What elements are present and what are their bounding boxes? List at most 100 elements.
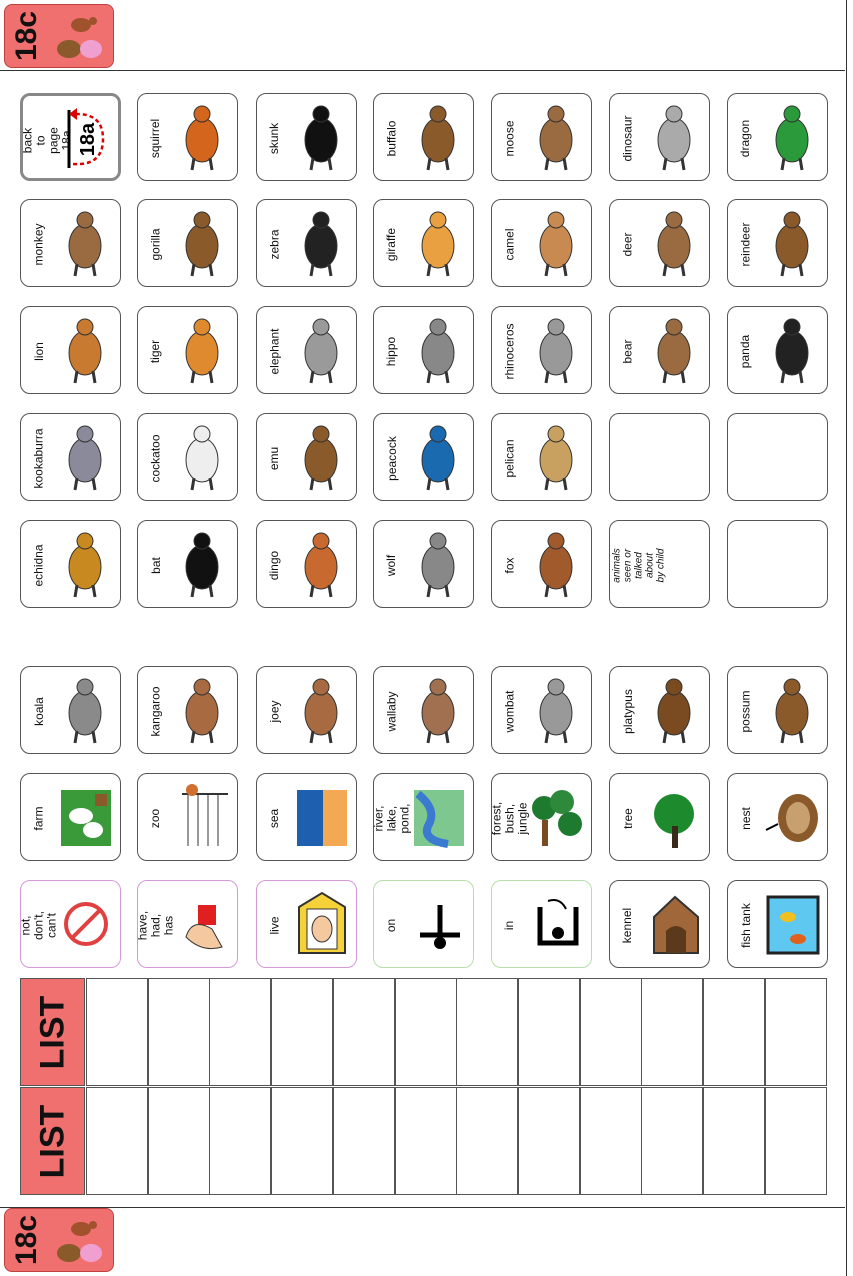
cell-label: fish tank: [738, 902, 753, 948]
symbol-cell-monkey[interactable]: monkey: [20, 199, 121, 287]
symbol-cell-platypus[interactable]: platypus: [609, 666, 710, 754]
symbol-cell-in[interactable]: in: [491, 880, 592, 968]
cell-label: emu: [267, 446, 282, 470]
list-entry-cell[interactable]: [703, 1087, 765, 1195]
page-right-edge: [846, 0, 847, 1276]
cell-label: giraffe: [384, 227, 399, 261]
symbol-cell-tree[interactable]: tree: [609, 773, 710, 861]
list-entry-cell[interactable]: [271, 978, 333, 1086]
symbol-cell-fish-tank[interactable]: fish tank: [727, 880, 828, 968]
symbol-cell-joey[interactable]: joey: [256, 666, 357, 754]
list-entry-cell[interactable]: [765, 978, 827, 1086]
moose-icon: [539, 105, 573, 171]
list-entry-cell[interactable]: [86, 978, 148, 1086]
list-entry-cell[interactable]: [518, 978, 580, 1086]
symbol-cell-buffalo[interactable]: buffalo: [373, 93, 474, 181]
symbol-cell-panda[interactable]: panda: [727, 306, 828, 394]
bat-icon: [185, 532, 219, 598]
symbol-cell-dragon[interactable]: dragon: [727, 93, 828, 181]
symbol-cell-gorilla[interactable]: gorilla: [137, 199, 238, 287]
list-entry-cell[interactable]: [395, 1087, 457, 1195]
list-entry-cell[interactable]: [641, 1087, 703, 1195]
list-entry-cell[interactable]: [148, 1087, 210, 1195]
symbol-cell-peacock[interactable]: peacock: [373, 413, 474, 501]
symbol-cell-cockatoo[interactable]: cockatoo: [137, 413, 238, 501]
symbol-cell-skunk[interactable]: skunk: [256, 93, 357, 181]
blank-cell[interactable]: [609, 413, 710, 501]
symbol-cell-add-other-animals-seen-or-talked-about-by-child[interactable]: add other animals seen or talked about b…: [609, 520, 710, 608]
squirrel-icon: [185, 105, 219, 171]
symbol-cell-live[interactable]: live: [256, 880, 357, 968]
list-entry-cell[interactable]: [456, 1087, 518, 1195]
symbol-cell-rhinoceros[interactable]: rhinoceros: [491, 306, 592, 394]
symbol-cell-dingo[interactable]: dingo: [256, 520, 357, 608]
symbol-cell-echidna[interactable]: echidna: [20, 520, 121, 608]
cell-label: in: [502, 920, 517, 930]
symbol-cell-kennel[interactable]: kennel: [609, 880, 710, 968]
cell-label: gorilla: [148, 227, 163, 261]
kookaburra-icon: [68, 425, 102, 491]
symbol-cell-wolf[interactable]: wolf: [373, 520, 474, 608]
rhinoceros-icon: [539, 318, 573, 384]
list-entry-cell[interactable]: [333, 1087, 395, 1195]
symbol-cell-reindeer[interactable]: reindeer: [727, 199, 828, 287]
symbol-cell-koala[interactable]: koala: [20, 666, 121, 754]
list-entry-cell[interactable]: [271, 1087, 333, 1195]
list-entry-cell[interactable]: [209, 1087, 271, 1195]
symbol-cell-elephant[interactable]: elephant: [256, 306, 357, 394]
cell-label: wolf: [384, 554, 399, 576]
symbol-cell-nest[interactable]: nest: [727, 773, 828, 861]
symbol-cell-zebra[interactable]: zebra: [256, 199, 357, 287]
symbol-cell-tiger[interactable]: tiger: [137, 306, 238, 394]
list-entry-cell[interactable]: [148, 978, 210, 1086]
list-entry-cell[interactable]: [580, 978, 642, 1086]
list-entry-cell[interactable]: [765, 1087, 827, 1195]
cell-label: elephant: [267, 327, 282, 375]
cell-label: reindeer: [738, 221, 753, 267]
dragon-icon: [775, 105, 809, 171]
list-entry-cell[interactable]: [703, 978, 765, 1086]
symbol-cell-giraffe[interactable]: giraffe: [373, 199, 474, 287]
symbol-cell-possum[interactable]: possum: [727, 666, 828, 754]
symbol-cell-kangaroo[interactable]: kangaroo: [137, 666, 238, 754]
symbol-cell-pelican[interactable]: pelican: [491, 413, 592, 501]
symbol-cell-deer[interactable]: deer: [609, 199, 710, 287]
tree-icon: [654, 794, 694, 848]
symbol-cell-camel[interactable]: camel: [491, 199, 592, 287]
symbol-cell-sea[interactable]: sea: [256, 773, 357, 861]
cell-label: cockatoo: [148, 433, 163, 483]
symbol-cell-have-had-has[interactable]: have, had, has: [137, 880, 238, 968]
symbol-cell-farm[interactable]: farm: [20, 773, 121, 861]
symbol-cell-moose[interactable]: moose: [491, 93, 592, 181]
symbol-cell-river-lake-pond[interactable]: river, lake, pond,: [373, 773, 474, 861]
symbol-cell-fox[interactable]: fox: [491, 520, 592, 608]
symbol-cell-forest-bush-jungle[interactable]: forest, bush, jungle: [491, 773, 592, 861]
symbol-cell-dinosaur[interactable]: dinosaur: [609, 93, 710, 181]
list-entry-cell[interactable]: [580, 1087, 642, 1195]
list-entry-cell[interactable]: [333, 978, 395, 1086]
symbol-cell-wallaby[interactable]: wallaby: [373, 666, 474, 754]
list-entry-cell[interactable]: [86, 1087, 148, 1195]
go-back-button[interactable]: go back to page 18a 18a: [20, 93, 121, 181]
symbol-cell-lion[interactable]: lion: [20, 306, 121, 394]
symbol-cell-not-don-t-can-t[interactable]: not, don't, can't: [20, 880, 121, 968]
symbol-cell-emu[interactable]: emu: [256, 413, 357, 501]
list-entry-cell[interactable]: [395, 978, 457, 1086]
symbol-cell-kookaburra[interactable]: kookaburra: [20, 413, 121, 501]
symbol-cell-zoo[interactable]: zoo: [137, 773, 238, 861]
symbol-cell-wombat[interactable]: wombat: [491, 666, 592, 754]
symbol-cell-bat[interactable]: bat: [137, 520, 238, 608]
symbol-cell-hippo[interactable]: hippo: [373, 306, 474, 394]
symbol-cell-bear[interactable]: bear: [609, 306, 710, 394]
page-tab-bottom: 18c: [4, 1208, 114, 1272]
list-entry-cell[interactable]: [456, 978, 518, 1086]
cell-label: moose: [502, 119, 517, 157]
list-entry-cell[interactable]: [209, 978, 271, 1086]
blank-cell[interactable]: [727, 520, 828, 608]
symbol-cell-squirrel[interactable]: squirrel: [137, 93, 238, 181]
list-entry-cell[interactable]: [641, 978, 703, 1086]
blank-cell[interactable]: [727, 413, 828, 501]
symbol-cell-on[interactable]: on: [373, 880, 474, 968]
cell-label: buffalo: [384, 120, 399, 156]
list-entry-cell[interactable]: [518, 1087, 580, 1195]
